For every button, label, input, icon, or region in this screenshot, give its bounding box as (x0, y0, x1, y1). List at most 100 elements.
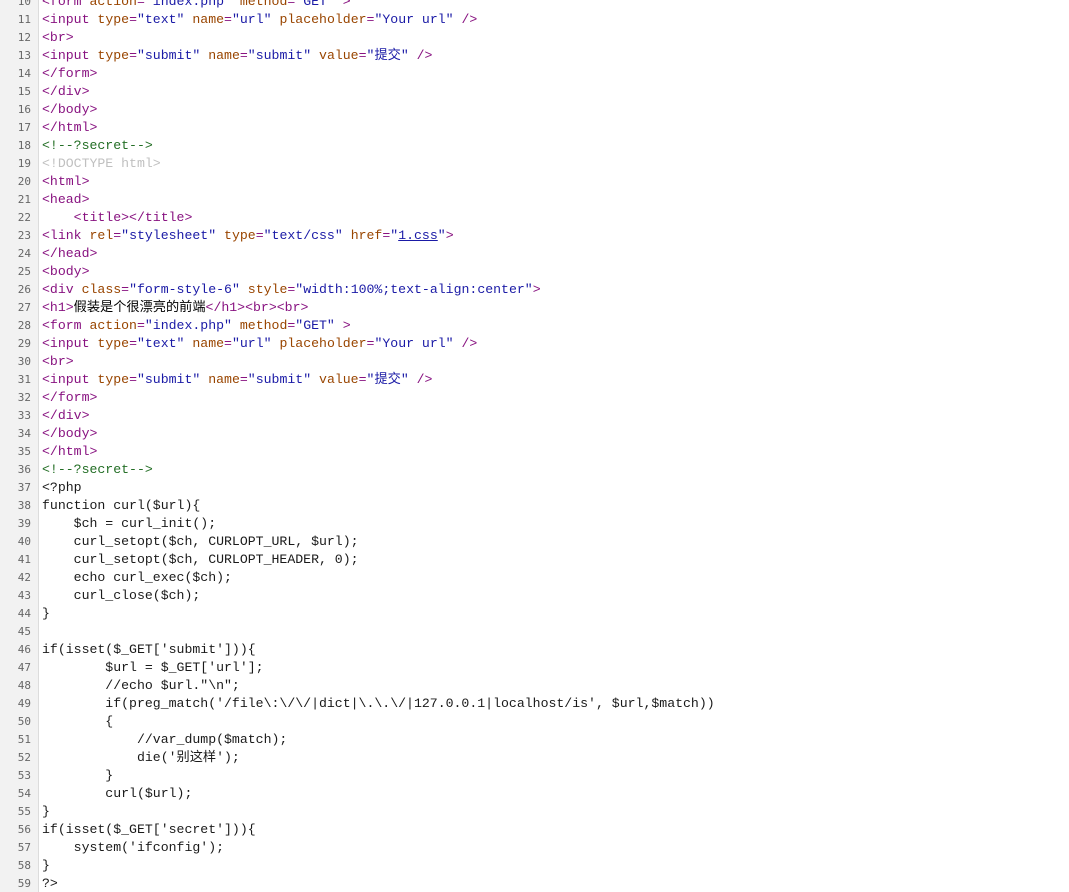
source-line: 24 </head> (0, 245, 1069, 263)
line-code: <h1>假装是个很漂亮的前端</h1><br><br> (37, 299, 1069, 317)
code-token: die('别这样'); (42, 750, 240, 765)
code-token: = (255, 228, 264, 243)
code-token: = (358, 372, 367, 387)
source-line: 54 curl($url); (0, 785, 1069, 803)
code-token: </div> (42, 408, 90, 423)
code-token: "form-style-6" (129, 282, 240, 297)
source-line: 59 ?> (0, 875, 1069, 892)
line-number: 19 (17, 157, 31, 170)
line-code: $url = $_GET['url']; (37, 659, 1069, 677)
code-token: </form> (42, 66, 98, 81)
line-number: 21 (17, 193, 31, 206)
line-code: </html> (37, 443, 1069, 461)
code-token: value (319, 372, 359, 387)
line-number: 50 (17, 715, 31, 728)
code-token: /> (453, 12, 478, 27)
code-token: </body> (42, 102, 98, 117)
code-token: = (136, 318, 145, 333)
line-code: <!--?secret--> (37, 461, 1069, 479)
source-line: 36 <!--?secret--> (0, 461, 1069, 479)
line-code: <input type="submit" name="submit" value… (37, 47, 1069, 65)
line-code: ?> (37, 875, 1069, 892)
line-code: <form action="index.php" method="GET" > (37, 317, 1069, 335)
source-line: 56 if(isset($_GET['secret'])){ (0, 821, 1069, 839)
source-line: 42 echo curl_exec($ch); (0, 569, 1069, 587)
line-code: </div> (37, 83, 1069, 101)
source-line: 32 </form> (0, 389, 1069, 407)
code-token: /> (453, 336, 478, 351)
code-token: "GET" (295, 318, 335, 333)
line-code: die('别这样'); (37, 749, 1069, 767)
code-token: = (129, 372, 137, 387)
code-token: } (42, 768, 114, 783)
code-token: curl($url); (42, 786, 193, 801)
line-code: curl_close($ch); (37, 587, 1069, 605)
line-number: 42 (17, 571, 31, 584)
line-code: curl_setopt($ch, CURLOPT_HEADER, 0); (37, 551, 1069, 569)
line-number: 18 (17, 139, 31, 152)
code-token: type (97, 12, 130, 27)
line-code: } (37, 857, 1069, 875)
code-token: <input (42, 12, 98, 27)
source-line: 46 if(isset($_GET['submit'])){ (0, 641, 1069, 659)
source-line: 39 $ch = curl_init(); (0, 515, 1069, 533)
source-line: 52 die('别这样'); (0, 749, 1069, 767)
line-code: <?php (37, 479, 1069, 497)
line-number: 35 (17, 445, 31, 458)
code-token: <h1> (42, 300, 74, 315)
code-token: "submit" (136, 372, 201, 387)
code-token: = (136, 0, 145, 9)
code-token: "提交" (366, 48, 409, 63)
code-token: </div> (42, 84, 90, 99)
code-token: > (445, 228, 454, 243)
source-line: 28 <form action="index.php" method="GET" … (0, 317, 1069, 335)
line-code: { (37, 713, 1069, 731)
source-link[interactable]: 1.css (398, 228, 438, 243)
line-number: 22 (17, 211, 31, 224)
code-token: "text/css" (263, 228, 343, 243)
code-token: "url" (231, 12, 272, 27)
line-number: 10 (17, 0, 31, 8)
source-line: 20 <html> (0, 173, 1069, 191)
code-token: "width:100%;text-align:center" (295, 282, 533, 297)
code-token: = (129, 336, 137, 351)
line-code: </form> (37, 389, 1069, 407)
line-code: if(isset($_GET['secret'])){ (37, 821, 1069, 839)
code-token: </head> (42, 246, 98, 261)
code-token: > (334, 0, 351, 9)
code-token: action (89, 318, 137, 333)
line-number: 44 (17, 607, 31, 620)
line-number: 38 (17, 499, 31, 512)
code-token: = (224, 336, 232, 351)
code-token: } (42, 804, 50, 819)
code-token: <!DOCTYPE html> (42, 156, 161, 171)
source-line: 31 <input type="submit" name="submit" val… (0, 371, 1069, 389)
code-token: <form (42, 318, 90, 333)
code-token: style (247, 282, 288, 297)
line-code: system('ifconfig'); (37, 839, 1069, 857)
source-line: 12 <br> (0, 29, 1069, 47)
source-line: 37 <?php (0, 479, 1069, 497)
code-token: //var_dump($match); (42, 732, 288, 747)
code-token: curl_setopt($ch, CURLOPT_URL, $url); (42, 534, 359, 549)
code-token: "text" (136, 12, 185, 27)
source-line: 25 <body> (0, 263, 1069, 281)
code-token: if(preg_match('/file\:\/\/|dict|\.\.\/|1… (42, 696, 715, 711)
code-token: "提交" (366, 372, 409, 387)
code-token: type (97, 48, 130, 63)
line-code: <link rel="stylesheet" type="text/css" h… (37, 227, 1069, 245)
line-number: 40 (17, 535, 31, 548)
line-code: } (37, 803, 1069, 821)
line-code: <input type="text" name="url" placeholde… (37, 11, 1069, 29)
code-token: curl_setopt($ch, CURLOPT_HEADER, 0); (42, 552, 359, 567)
source-line: 43 curl_close($ch); (0, 587, 1069, 605)
source-line: 35 </html> (0, 443, 1069, 461)
code-token: $url = $_GET['url']; (42, 660, 264, 675)
code-token: <!--?secret--> (42, 462, 153, 477)
line-number: 24 (17, 247, 31, 260)
line-code: </body> (37, 425, 1069, 443)
code-token: <html> (42, 174, 90, 189)
line-number: 17 (17, 121, 31, 134)
line-code: if(preg_match('/file\:\/\/|dict|\.\.\/|1… (37, 695, 1069, 713)
